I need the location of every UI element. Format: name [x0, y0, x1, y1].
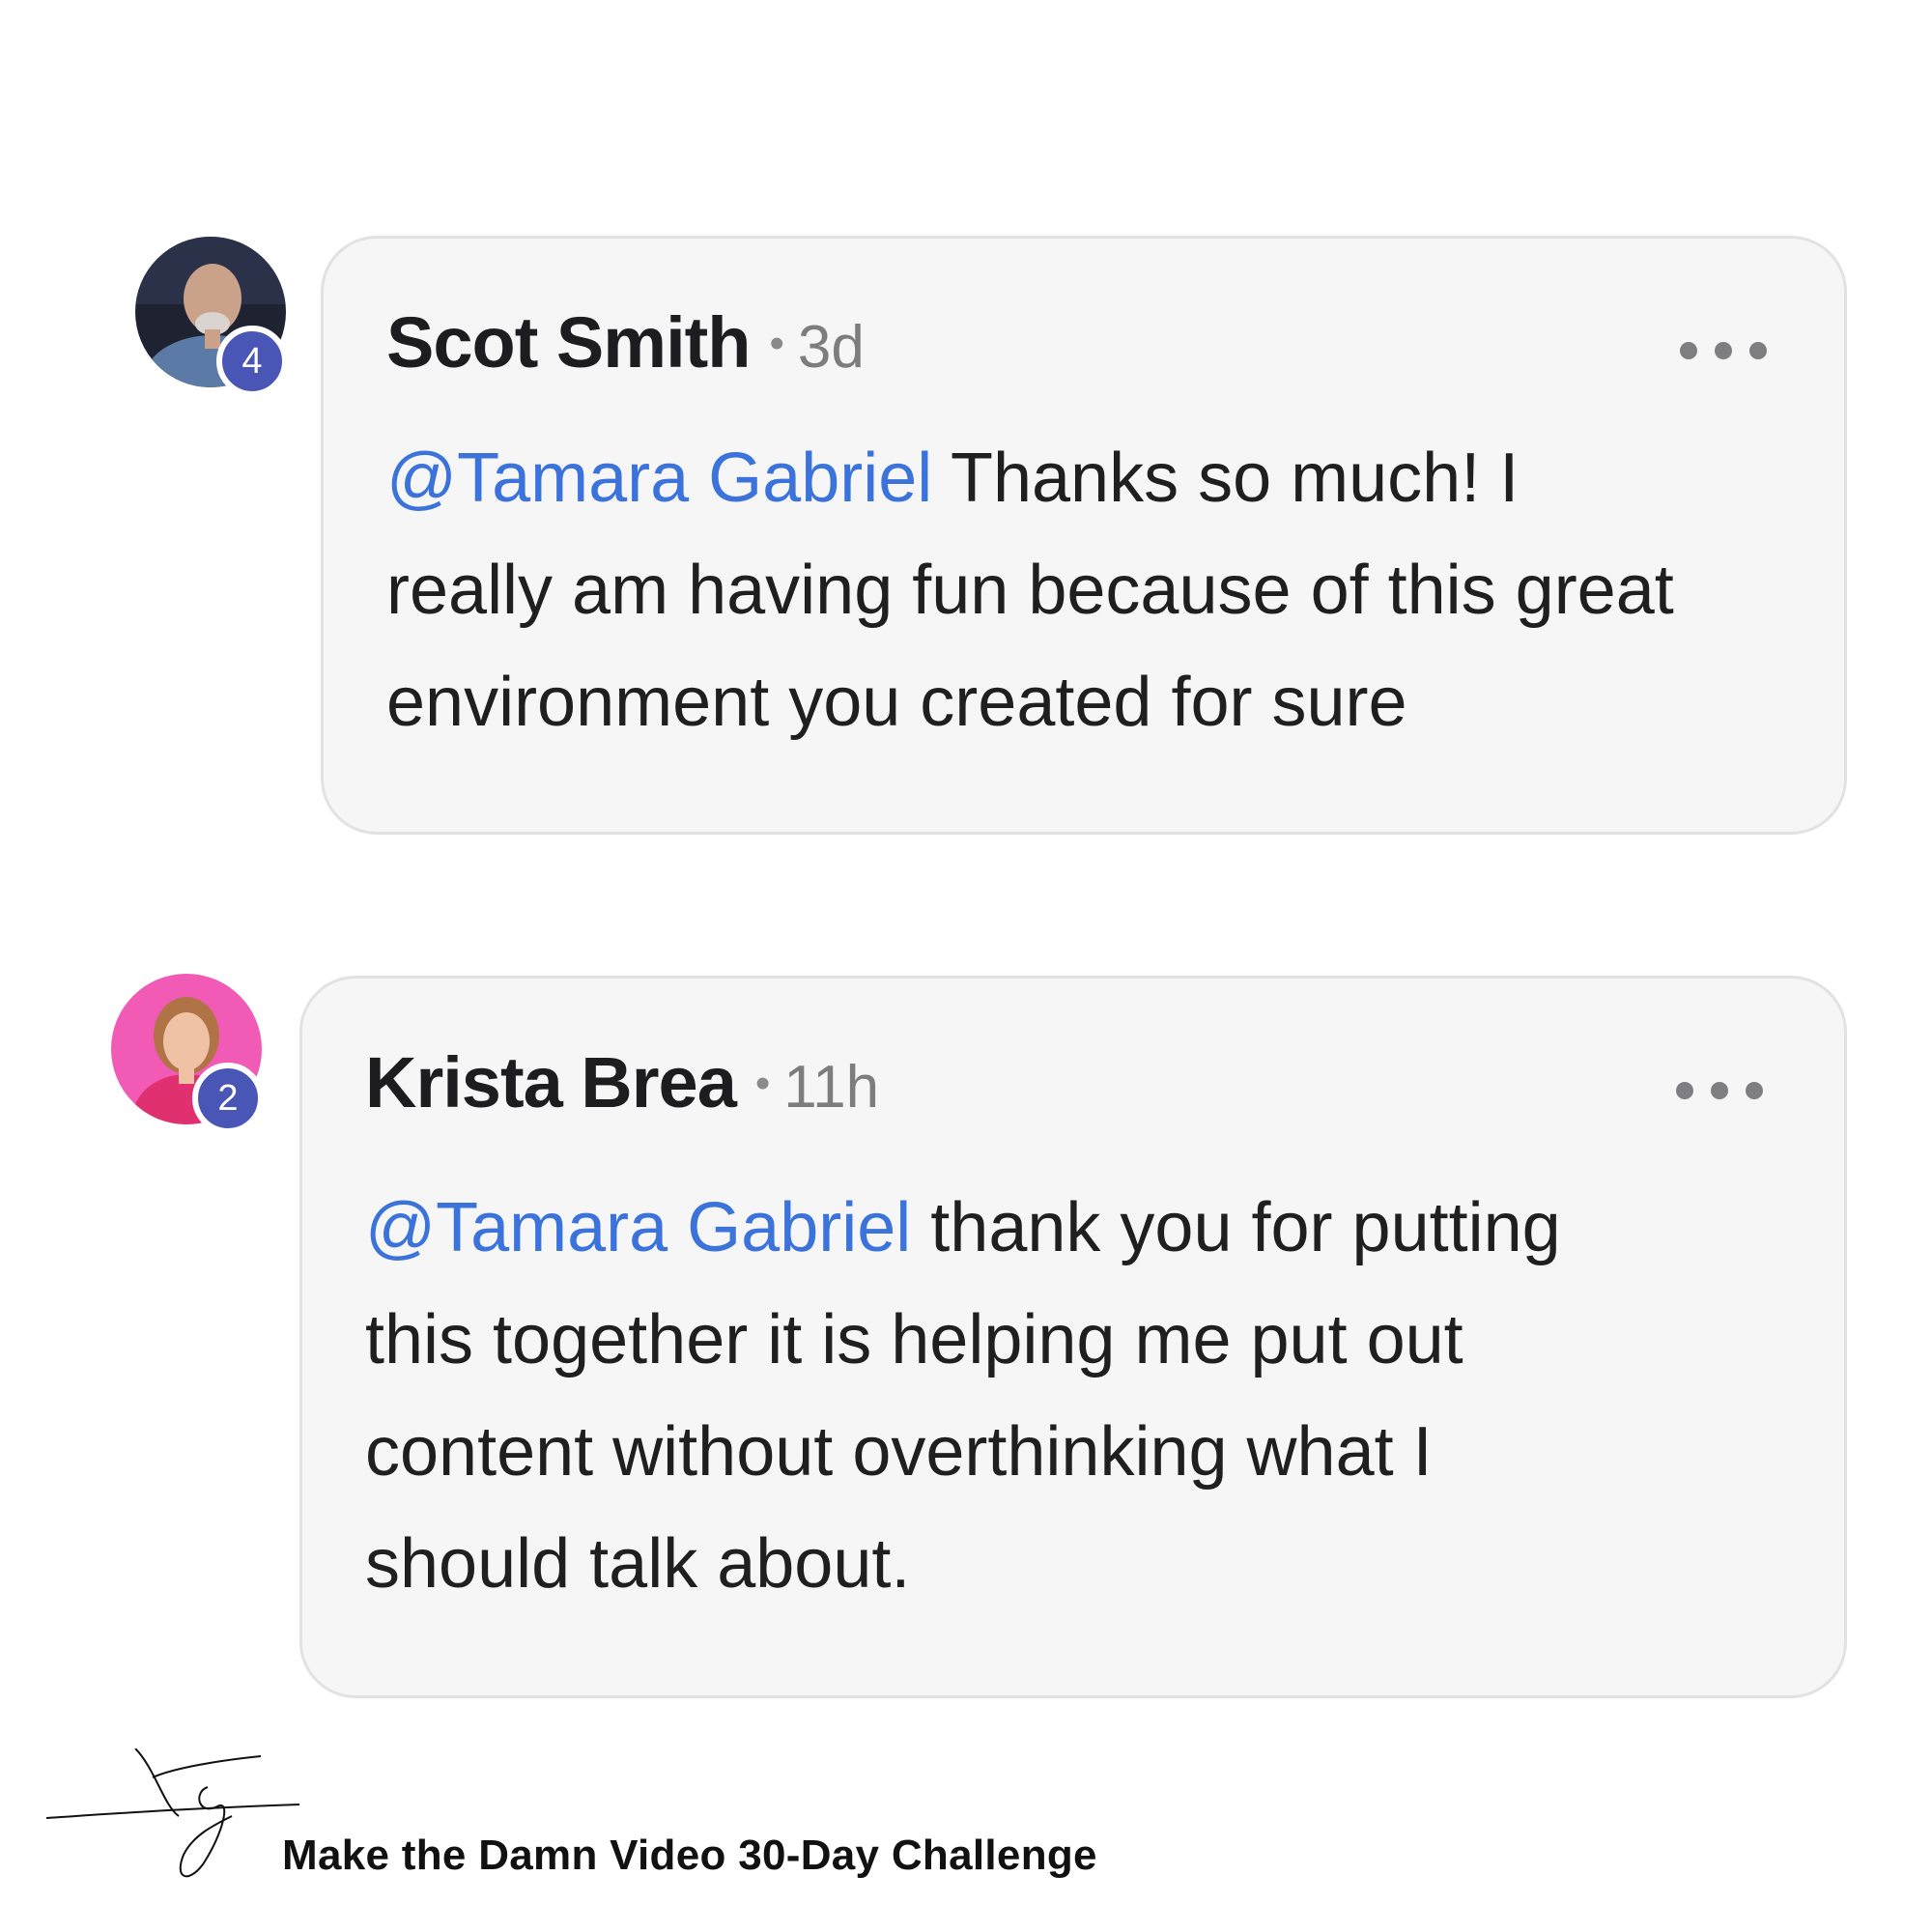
comment-text: thank you for putting [911, 1189, 1561, 1266]
comment-header: Scot Smith • 3d [386, 301, 865, 384]
more-dot-icon [1749, 342, 1767, 359]
level-badge: 2 [192, 1063, 264, 1134]
header-separator: • [769, 320, 784, 367]
comment-item: 4 Scot Smith • 3d @Tamara Gabriel Thanks… [68, 174, 1884, 908]
comment-line: really am having fun because of this gre… [386, 552, 1674, 629]
more-options-button[interactable] [1680, 331, 1767, 370]
more-dot-icon [1711, 1082, 1728, 1099]
comment-text: Thanks so much! I [932, 440, 1520, 517]
comment-line: @Tamara Gabriel thank you for putting [365, 1172, 1814, 1284]
more-dot-icon [1746, 1082, 1763, 1099]
comment-line: content without overthinking what I [365, 1413, 1433, 1491]
comment-line: should talk about. [365, 1525, 911, 1603]
author-name[interactable]: Scot Smith [386, 301, 751, 384]
comment-bubble: Scot Smith • 3d @Tamara Gabriel Thanks s… [321, 236, 1847, 835]
comment-bubble: Krista Brea • 11h @Tamara Gabriel thank … [299, 976, 1847, 1698]
comment-line: @Tamara Gabriel Thanks so much! I [386, 422, 1816, 534]
mention-link[interactable]: @Tamara Gabriel [386, 440, 932, 517]
more-dot-icon [1676, 1082, 1693, 1099]
comment-timestamp[interactable]: 11h [783, 1053, 879, 1122]
more-dot-icon [1715, 342, 1732, 359]
avatar[interactable]: 4 [135, 237, 290, 397]
comment-body: @Tamara Gabriel thank you for putting th… [365, 1172, 1814, 1620]
comment-line: environment you created for sure [386, 664, 1407, 741]
author-name[interactable]: Krista Brea [365, 1041, 737, 1123]
comment-item: 2 Krista Brea • 11h @Tamara Gabriel than… [68, 908, 1884, 1710]
footer: Make the Damn Video 30-Day Challenge [39, 1748, 1488, 1903]
comment-header: Krista Brea • 11h [365, 1041, 879, 1123]
more-dot-icon [1680, 342, 1697, 359]
avatar[interactable]: 2 [111, 974, 266, 1134]
more-options-button[interactable] [1676, 1071, 1763, 1110]
comment-timestamp[interactable]: 3d [798, 313, 865, 382]
tg-signature-logo-icon [45, 1748, 300, 1878]
comment-line: this together it is helping me put out [365, 1301, 1463, 1378]
footer-title: Make the Damn Video 30-Day Challenge [282, 1832, 1097, 1879]
level-badge: 4 [216, 326, 288, 397]
header-separator: • [754, 1060, 771, 1107]
comment-body: @Tamara Gabriel Thanks so much! I really… [386, 422, 1816, 758]
mention-link[interactable]: @Tamara Gabriel [365, 1189, 911, 1266]
